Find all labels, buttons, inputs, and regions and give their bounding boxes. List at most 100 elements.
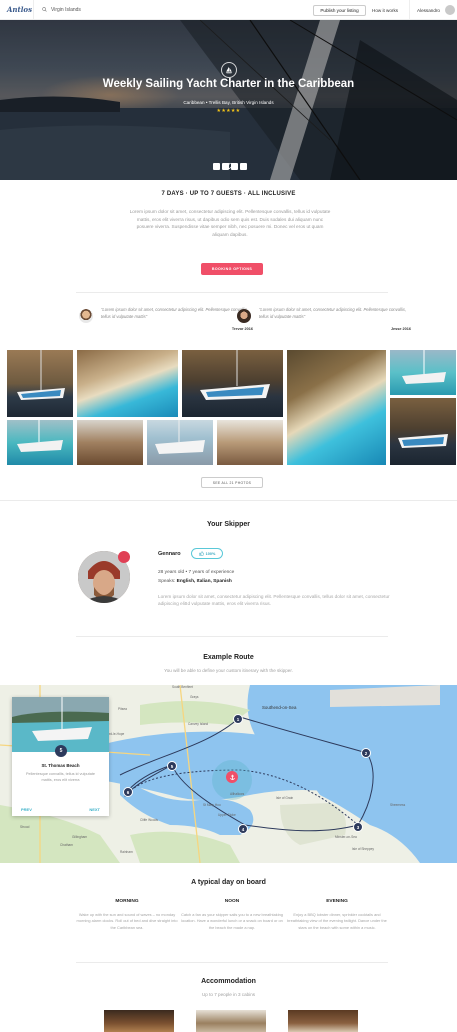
route-stop-marker[interactable]: 5 xyxy=(167,761,177,771)
section-divider xyxy=(0,500,457,501)
anchor-location-icon[interactable] xyxy=(226,771,238,783)
map-label: St Mary Hoo xyxy=(203,803,221,807)
skipper-name: Gennaro xyxy=(158,551,181,557)
map-label: Grays xyxy=(190,695,199,699)
pinterest-share-icon[interactable] xyxy=(231,163,238,170)
share-icons xyxy=(213,163,247,170)
gallery-photo[interactable] xyxy=(77,420,143,465)
gallery-photo[interactable] xyxy=(390,398,456,465)
hero-location: Caribbean • Trellis Bay, British Virgin … xyxy=(183,100,274,105)
map-label: Isle of Grain xyxy=(276,796,294,800)
day-column-text: Enjoy a BBQ lobster dinner, sprinkler co… xyxy=(287,912,387,930)
route-next-button[interactable]: NEXT xyxy=(89,807,100,812)
speaks-label: Speaks: xyxy=(158,579,177,584)
skipper-rating: 100% xyxy=(205,551,216,556)
trip-features: 7 DAYS · UP TO 7 GUESTS · ALL INCLUSIVE xyxy=(161,191,296,197)
search-value[interactable]: Virgin Islands xyxy=(51,7,81,13)
map-label: Canvey Island xyxy=(188,722,209,726)
route-subtitle: You will be able to define your custom i… xyxy=(164,668,293,673)
gallery-photo[interactable] xyxy=(217,420,283,465)
gallery-photo[interactable] xyxy=(182,350,283,417)
map-label: Southend-on-Sea xyxy=(262,705,297,710)
testimonial-quote: “Lorem ipsum dolor sit amet, consectetur… xyxy=(101,307,249,319)
publish-listing-button[interactable]: Publish your listing xyxy=(313,5,366,16)
day-column-text: Catch a fan as your skipper sails you to… xyxy=(181,912,283,930)
route-stop-card: 5 St. Thomas Beach Pellentesque convalli… xyxy=(12,697,109,816)
route-stop-description: Pellentesque convallis, tellus id vulput… xyxy=(25,772,96,782)
hero-banner: Weekly Sailing Yacht Charter in the Cari… xyxy=(0,20,457,180)
search-icon xyxy=(42,7,47,12)
route-stop-marker[interactable]: 1 xyxy=(233,714,243,724)
accommodation-title: Accommodation xyxy=(201,978,256,985)
section-divider xyxy=(76,292,388,293)
sailboat-badge-icon xyxy=(221,62,237,78)
testimonial-quote: “Lorem ipsum dolor sit amet, consectetur… xyxy=(259,307,407,319)
testimonial-author: Trevor 2016 xyxy=(231,327,253,331)
facebook-share-icon[interactable] xyxy=(213,163,220,170)
route-stop-number: 5 xyxy=(55,745,67,757)
map-label: Sheerness xyxy=(390,803,406,807)
gallery-photo[interactable] xyxy=(7,350,73,417)
day-column-text: Wake up with the sun and sound of waves … xyxy=(76,912,178,930)
gallery-photo[interactable] xyxy=(287,350,386,465)
map-label: Allhallows xyxy=(230,792,245,796)
route-prev-button[interactable]: PREV xyxy=(21,807,32,812)
twitter-share-icon[interactable] xyxy=(222,163,229,170)
skipper-rating-badge: 100% xyxy=(191,548,223,559)
accommodation-subtitle: Up to 7 people in 3 cabins xyxy=(201,992,256,997)
day-column-morning: MORNING Wake up with the sun and sound o… xyxy=(75,899,179,931)
route-stop-marker[interactable]: 2 xyxy=(361,748,371,758)
booking-options-button[interactable]: BOOKING OPTIONS xyxy=(201,263,263,275)
typical-day-title: A typical day on board xyxy=(191,879,266,886)
how-it-works-link[interactable]: How it works xyxy=(372,5,398,16)
day-column-title: MORNING xyxy=(115,899,139,904)
map-label: Rainham xyxy=(120,850,133,854)
day-column-title: EVENING xyxy=(326,899,348,904)
route-section-title: Example Route xyxy=(203,654,254,661)
section-divider xyxy=(76,636,388,637)
search-field[interactable]: Virgin Islands xyxy=(33,0,123,20)
map-label: Upper Stoke xyxy=(218,813,236,817)
route-stop-photo xyxy=(12,697,109,752)
day-column-title: NOON xyxy=(224,899,240,904)
gallery-photo[interactable] xyxy=(7,420,73,465)
route-stop-marker[interactable]: 3 xyxy=(353,822,363,832)
thumbs-up-icon xyxy=(198,551,204,556)
testimonial-avatar xyxy=(237,309,251,323)
skipper-experience: 28 years old • 7 years of experience xyxy=(158,570,235,575)
route-stop-marker[interactable]: 4 xyxy=(238,824,248,834)
testimonial-avatar xyxy=(79,309,93,323)
skipper-section-title: Your Skipper xyxy=(206,521,251,528)
map-label: Strood xyxy=(20,825,30,829)
see-all-photos-button[interactable]: SEE ALL 21 PHOTOS xyxy=(201,477,263,488)
skipper-languages: English, Italian, Spanish xyxy=(176,579,232,584)
nav-divider xyxy=(409,0,410,20)
day-column-evening: EVENING Enjoy a BBQ lobster dinner, spri… xyxy=(285,899,389,931)
email-share-icon[interactable] xyxy=(240,163,247,170)
route-stop-marker[interactable]: 6 xyxy=(123,787,133,797)
cabin-photo[interactable] xyxy=(104,1010,174,1032)
map-label: Gillingham xyxy=(72,835,88,839)
route-stop-title: St. Thomas Beach xyxy=(41,763,80,768)
top-navbar: Antlos Virgin Islands Publish your listi… xyxy=(0,0,457,20)
gallery-photo[interactable] xyxy=(147,420,213,465)
map-label: Minster-on-Sea xyxy=(335,835,357,839)
skipper-bio: Lorem ipsum dolor sit amet, consectetur … xyxy=(158,594,390,607)
map-label: Chatham xyxy=(60,843,73,847)
map-label: South Benfleet xyxy=(172,685,193,689)
intro-description: Lorem ipsum dolor sit amet, consectetur … xyxy=(129,209,331,237)
hero-title: Weekly Sailing Yacht Charter in the Cari… xyxy=(102,78,355,90)
hero-rating-stars: ★★★★★ xyxy=(216,108,241,114)
gallery-photo[interactable] xyxy=(77,350,178,417)
logo[interactable]: Antlos xyxy=(7,5,33,14)
gallery-photo[interactable] xyxy=(390,350,456,395)
user-name[interactable]: Alessandro xyxy=(417,5,440,16)
user-avatar[interactable] xyxy=(445,5,455,15)
skipper-verified-badge-icon xyxy=(118,551,130,563)
cabin-photo[interactable] xyxy=(196,1010,266,1032)
map-label: Pitsea xyxy=(118,707,127,711)
cabin-photo[interactable] xyxy=(288,1010,358,1032)
day-column-noon: NOON Catch a fan as your skipper sails y… xyxy=(180,899,284,931)
map-label: Cliffe Woods xyxy=(140,818,158,822)
section-divider xyxy=(76,962,388,963)
